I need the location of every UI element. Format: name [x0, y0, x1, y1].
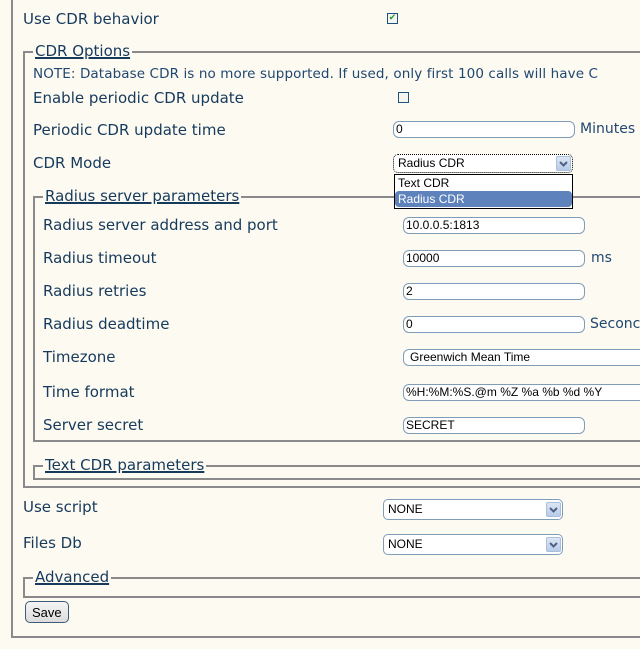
text-cdr-legend[interactable]: Text CDR parameters [43, 456, 207, 474]
radius-timeout-input[interactable] [403, 250, 585, 267]
use-script-selected-value: NONE [388, 502, 423, 516]
radius-deadtime-input[interactable] [403, 316, 585, 333]
chevron-down-icon[interactable] [556, 156, 571, 171]
time-format-input[interactable] [403, 384, 640, 401]
periodic-time-input[interactable] [393, 121, 575, 138]
database-cdr-note: NOTE: Database CDR is no more supported.… [33, 66, 599, 82]
cdr-mode-dropdown-list: Text CDR Radius CDR [394, 174, 573, 209]
radius-fieldset-bottom-border [33, 440, 640, 442]
files-db-selected-value: NONE [388, 537, 423, 551]
cdr-mode-selected-value: Radius CDR [398, 156, 465, 170]
periodic-time-label: Periodic CDR update time [33, 121, 226, 139]
radius-address-input[interactable] [403, 217, 585, 234]
radius-retries-label: Radius retries [43, 282, 147, 300]
files-db-select[interactable]: NONE [383, 534, 563, 555]
chevron-down-icon[interactable] [546, 537, 561, 552]
radius-deadtime-label: Radius deadtime [43, 315, 170, 333]
enable-periodic-checkbox[interactable] [398, 92, 409, 103]
cdr-options-legend[interactable]: CDR Options [33, 42, 133, 60]
checkmark-icon: ✔ [388, 13, 397, 23]
chevron-down-icon[interactable] [546, 502, 561, 517]
radius-retries-input[interactable] [403, 283, 585, 300]
radius-legend[interactable]: Radius server parameters [43, 187, 242, 205]
use-cdr-checkbox[interactable]: ✔ [387, 13, 398, 24]
cdr-mode-option-text[interactable]: Text CDR [395, 175, 572, 191]
cdr-options-bottom-border [23, 486, 640, 488]
radius-deadtime-unit: Seconc [590, 316, 640, 332]
use-script-label: Use script [23, 498, 98, 516]
advanced-fieldset-bottom-border [23, 596, 640, 598]
outer-left-border [11, 0, 13, 637]
outer-bottom-border [11, 636, 640, 638]
text-cdr-fieldset-left-border [33, 465, 35, 479]
advanced-fieldset-left-border [23, 577, 25, 597]
server-secret-label: Server secret [43, 416, 144, 434]
radius-timeout-unit: ms [591, 250, 612, 266]
radius-timeout-label: Radius timeout [43, 249, 157, 267]
cdr-mode-option-radius[interactable]: Radius CDR [395, 191, 572, 207]
cdr-mode-select[interactable]: Radius CDR [393, 154, 573, 173]
timezone-label: Timezone [43, 348, 116, 366]
periodic-time-unit: Minutes [580, 121, 636, 137]
advanced-fieldset-top-border [23, 577, 640, 579]
use-cdr-label: Use CDR behavior [23, 10, 159, 28]
enable-periodic-label: Enable periodic CDR update [33, 89, 244, 107]
cdr-mode-label: CDR Mode [33, 154, 112, 172]
advanced-legend[interactable]: Advanced [33, 568, 112, 586]
timezone-input[interactable] [403, 349, 640, 366]
files-db-label: Files Db [23, 534, 82, 552]
cdr-options-left-border [23, 51, 25, 487]
server-secret-input[interactable] [403, 417, 585, 434]
radius-address-label: Radius server address and port [43, 216, 278, 234]
radius-fieldset-left-border [33, 196, 35, 440]
text-cdr-fieldset-bottom-border [33, 478, 640, 480]
time-format-label: Time format [43, 383, 135, 401]
save-button[interactable]: Save [25, 601, 69, 623]
use-script-select[interactable]: NONE [383, 499, 563, 520]
